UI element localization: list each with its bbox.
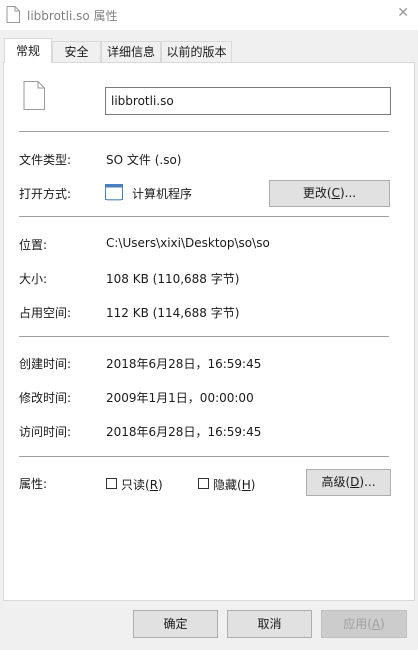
change-button[interactable]: 更改(C)... — [269, 180, 390, 207]
size-on-disk-label: 占用空间: — [19, 306, 72, 320]
cancel-button[interactable]: 取消 — [227, 610, 312, 638]
tab-previous-versions-label: 以前的版本 — [166, 45, 227, 59]
tab-details[interactable]: 详细信息 — [101, 41, 161, 62]
general-panel — [3, 62, 415, 601]
file-type-label: 文件类型: — [19, 153, 72, 167]
separator — [19, 131, 389, 132]
change-button-key: C — [331, 186, 340, 200]
separator — [19, 216, 389, 217]
readonly-suffix: ) — [158, 478, 163, 492]
created-label: 创建时间: — [19, 357, 72, 371]
size-on-disk-value: 112 KB (114,688 字节) — [106, 306, 240, 320]
hidden-text: 隐藏( — [213, 478, 242, 492]
accessed-value: 2018年6月28日，16:59:45 — [106, 425, 262, 439]
close-icon[interactable]: ✕ — [397, 5, 409, 21]
file-type-value: SO 文件 (.so) — [106, 153, 182, 167]
window-app-icon — [105, 184, 123, 201]
tab-security[interactable]: 安全 — [52, 41, 101, 62]
hidden-key: H — [241, 478, 251, 492]
hidden-label[interactable]: 隐藏(H) — [213, 476, 255, 493]
modified-label: 修改时间: — [19, 391, 72, 405]
advanced-button-suffix: )... — [359, 475, 376, 489]
cancel-button-label: 取消 — [257, 617, 282, 631]
created-value: 2018年6月28日，16:59:45 — [106, 357, 262, 371]
tab-security-label: 安全 — [64, 45, 89, 59]
readonly-checkbox[interactable] — [106, 478, 117, 489]
attributes-label: 属性: — [19, 477, 48, 491]
change-button-suffix: )... — [339, 186, 357, 200]
tab-details-label: 详细信息 — [106, 45, 155, 59]
opens-with-value: 计算机程序 — [132, 187, 193, 201]
size-value: 108 KB (110,688 字节) — [106, 272, 240, 286]
ok-button[interactable]: 确定 — [133, 610, 218, 638]
tab-general-label: 常规 — [15, 44, 40, 58]
location-label: 位置: — [19, 238, 48, 252]
change-button-label: 更改( — [302, 186, 332, 200]
readonly-key: R — [149, 478, 159, 492]
apply-button-key: A — [371, 617, 381, 631]
document-icon — [23, 81, 45, 110]
document-icon — [6, 6, 20, 23]
opens-with-label: 打开方式: — [19, 187, 72, 201]
advanced-button-label: 高级( — [321, 475, 351, 489]
tab-general[interactable]: 常规 — [4, 38, 52, 63]
file-name-input[interactable] — [105, 87, 391, 115]
accessed-label: 访问时间: — [19, 425, 72, 439]
tab-previous-versions[interactable]: 以前的版本 — [161, 41, 232, 62]
window-title: libbrotli.so 属性 — [27, 9, 118, 23]
advanced-button[interactable]: 高级(D)... — [306, 469, 391, 496]
modified-value: 2009年1月1日，00:00:00 — [106, 391, 254, 405]
readonly-text: 只读( — [121, 478, 150, 492]
separator — [19, 336, 389, 337]
hidden-checkbox[interactable] — [198, 478, 209, 489]
apply-button-label: 应用( — [343, 617, 372, 631]
readonly-label[interactable]: 只读(R) — [121, 476, 163, 493]
ok-button-label: 确定 — [163, 617, 188, 631]
size-label: 大小: — [19, 272, 48, 286]
hidden-suffix: ) — [250, 478, 256, 492]
location-value: C:\Users\xixi\Desktop\so\so — [106, 236, 270, 250]
separator — [19, 456, 389, 457]
apply-button[interactable]: 应用(A) — [321, 610, 407, 638]
title-bar: libbrotli.so 属性 ✕ — [0, 0, 418, 30]
apply-button-suffix: ) — [380, 617, 385, 631]
